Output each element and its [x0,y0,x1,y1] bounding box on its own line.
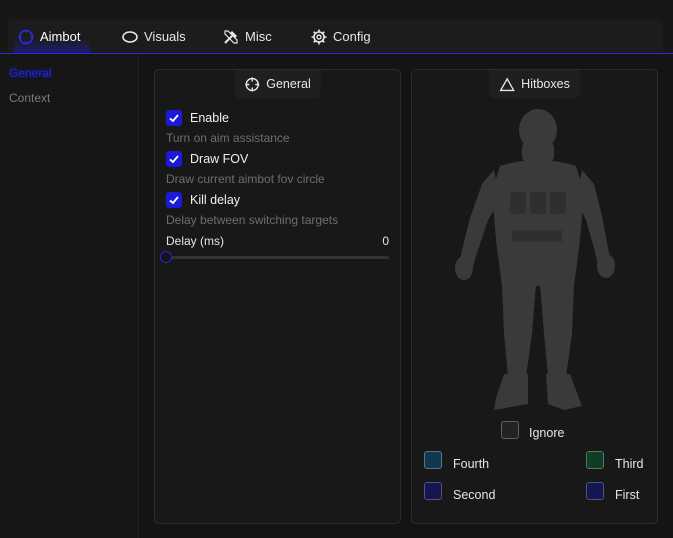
hitboxes-panel: Hitboxes Ignore Fourth Third Second Firs… [411,69,658,524]
panel-title: General [266,77,311,91]
sidebar-item-general[interactable]: General [9,66,52,80]
general-panel: General Enable Turn on aim assistance Dr… [154,69,401,524]
tab-visuals[interactable]: Visuals [122,20,186,53]
third-label: Third [615,457,644,471]
third-color-box[interactable] [586,451,604,469]
option-description: Draw current aimbot fov circle [166,172,325,186]
enable-checkbox[interactable]: Enable [166,110,229,126]
option-description: Turn on aim assistance [166,131,290,145]
fourth-color-box[interactable] [424,451,442,469]
check-icon [166,151,182,167]
gear-icon [311,29,327,45]
fourth-label: Fourth [453,457,490,471]
tab-config[interactable]: Config [311,20,371,53]
delay-slider-value: 0 [382,234,389,248]
soldier-figure[interactable] [452,108,622,414]
checkbox-label: Kill delay [190,193,241,207]
delay-slider-label: Delay (ms) [166,234,225,248]
draw-fov-checkbox[interactable]: Draw FOV [166,151,248,167]
first-label: First [615,488,640,502]
first-color-box[interactable] [586,482,604,500]
check-icon [166,110,182,126]
check-icon [166,192,182,208]
ignore-color-box[interactable] [501,421,519,439]
tools-icon [223,29,239,45]
tab-label: Misc [245,29,272,44]
checkbox-label: Draw FOV [190,152,249,166]
delay-slider-thumb[interactable] [160,251,172,263]
tab-aimbot[interactable]: Aimbot [13,20,92,53]
sidebar-item-context[interactable]: Context [9,91,50,105]
sidebar: General Context [0,54,139,538]
tab-label: Config [333,29,371,44]
tab-label: Aimbot [40,29,81,44]
ignore-label: Ignore [529,426,565,440]
option-description: Delay between switching targets [166,213,339,227]
tab-label: Visuals [144,29,186,44]
triangle-icon [499,77,515,92]
second-color-box[interactable] [424,482,442,500]
checkbox-label: Enable [190,111,229,125]
eye-icon [122,29,138,45]
panel-title: Hitboxes [521,77,570,91]
kill-delay-checkbox[interactable]: Kill delay [166,192,240,208]
general-panel-header: General [234,70,321,98]
hitboxes-panel-header: Hitboxes [489,70,580,98]
second-label: Second [453,488,496,502]
delay-slider-track[interactable] [160,251,389,263]
crosshair-icon [244,77,259,92]
target-icon [18,29,34,45]
tab-misc[interactable]: Misc [223,20,272,53]
